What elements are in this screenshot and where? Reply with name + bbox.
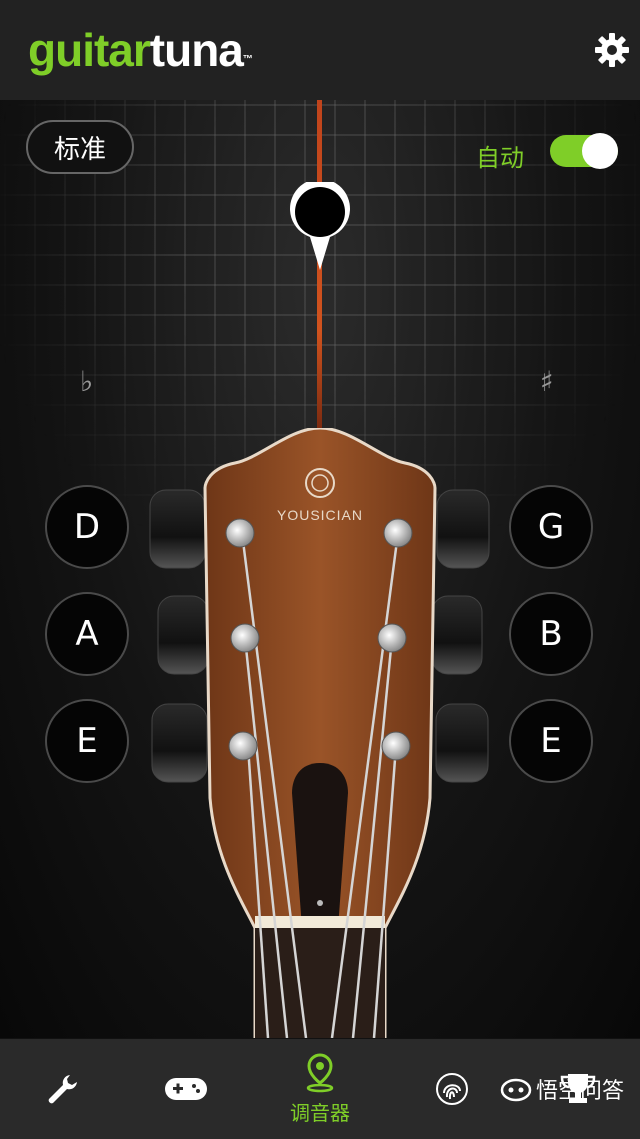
logo-text-tuna: tuna bbox=[149, 24, 244, 76]
wrench-icon bbox=[48, 1075, 77, 1104]
gamepad-icon bbox=[165, 1078, 207, 1100]
settings-button[interactable] bbox=[592, 30, 632, 70]
string-button-g[interactable]: G bbox=[509, 485, 593, 569]
nav-item-tuner[interactable]: 调音器 bbox=[270, 1039, 370, 1139]
string-button-high-e[interactable]: E bbox=[509, 699, 593, 783]
logo-text-guitar: guitar bbox=[28, 24, 151, 76]
watermark: 悟空问答 bbox=[500, 1073, 624, 1105]
sharp-indicator: ♯ bbox=[540, 365, 554, 398]
watermark-logo-icon bbox=[500, 1078, 532, 1102]
nav-item-games[interactable] bbox=[136, 1039, 236, 1139]
auto-mode-toggle[interactable] bbox=[550, 133, 618, 169]
gear-icon bbox=[595, 33, 629, 67]
nav-item-tools[interactable] bbox=[12, 1039, 112, 1139]
pitch-pointer-icon bbox=[290, 182, 350, 270]
fingerprint-icon bbox=[436, 1073, 468, 1105]
nav-item-yousician[interactable] bbox=[402, 1039, 502, 1139]
string-button-low-e[interactable]: E bbox=[45, 699, 129, 783]
watermark-text: 悟空问答 bbox=[536, 1079, 625, 1104]
tuner-area: 标准 自动 ♭ ♯ YOUSICIAN D A E G B E bbox=[0, 100, 640, 1038]
string-button-b[interactable]: B bbox=[509, 592, 593, 676]
bottom-navigation: 调音器 悟空问答 bbox=[0, 1038, 640, 1139]
auto-mode-label: 自动 bbox=[476, 144, 524, 172]
guitar-headstock: YOUSICIAN bbox=[149, 428, 490, 1038]
string-button-d[interactable]: D bbox=[45, 485, 129, 569]
app-header: guitartuna™ bbox=[0, 0, 640, 101]
tuner-pin-icon bbox=[306, 1052, 334, 1092]
toggle-knob bbox=[582, 133, 618, 169]
nav-label-tuner: 调音器 bbox=[290, 1100, 350, 1125]
tuning-select-button[interactable]: 标准 bbox=[26, 120, 134, 174]
flat-indicator: ♭ bbox=[80, 365, 94, 398]
logo-trademark: ™ bbox=[242, 54, 253, 65]
app-logo: guitartuna™ bbox=[28, 22, 253, 78]
string-button-a[interactable]: A bbox=[45, 592, 129, 676]
headstock-brand: YOUSICIAN bbox=[277, 507, 363, 523]
